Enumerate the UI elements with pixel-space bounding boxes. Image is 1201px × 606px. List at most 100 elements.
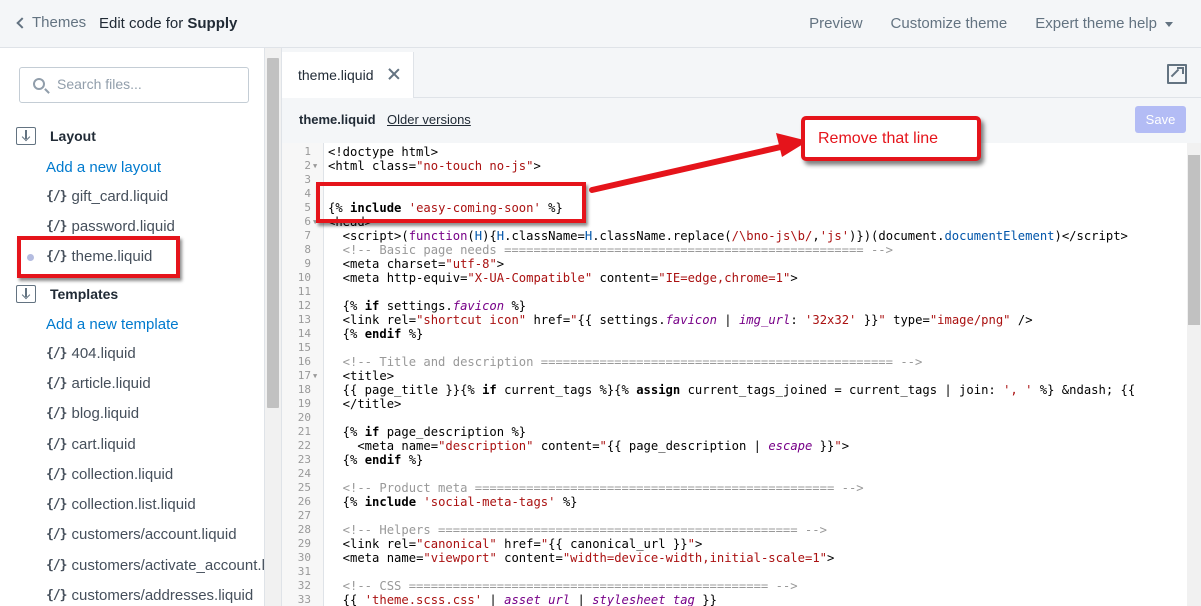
top-bar: Themes Edit code for Supply Preview Cust…	[0, 0, 1201, 48]
line-number: 33	[297, 593, 311, 606]
line-number: 25	[297, 481, 311, 494]
file-label: password.liquid	[71, 218, 175, 235]
file-gift-card[interactable]: {/} gift_card.liquid	[46, 188, 168, 205]
line-number: 32	[297, 579, 311, 592]
code-file-icon: {/}	[46, 189, 68, 204]
add-layout-link[interactable]: Add a new layout	[46, 159, 161, 176]
add-template-link[interactable]: Add a new template	[46, 316, 179, 333]
folder-templates[interactable]: Templates	[16, 285, 118, 303]
search-files-input[interactable]	[57, 76, 237, 92]
line-number: 10	[297, 271, 311, 284]
line-number: 30	[297, 551, 311, 564]
line-number: 26	[297, 495, 311, 508]
code-file-icon: {/}	[46, 588, 68, 603]
page-title-prefix: Edit code for	[99, 15, 188, 32]
code-file-icon: {/}	[46, 558, 68, 573]
sidebar-highlight-box	[17, 236, 180, 278]
sidebar-scrollbar[interactable]	[265, 48, 282, 606]
line-number: 29	[297, 537, 311, 550]
line-number: 1	[304, 145, 311, 158]
line-number: 24	[297, 467, 311, 480]
line-number: 16	[297, 355, 311, 368]
line-number: 28	[297, 523, 311, 536]
code-editor-panel: theme.liquid theme.liquid Older versions…	[282, 48, 1201, 606]
file-customers-activate-account[interactable]: {/} customers/activate_account.li	[46, 557, 264, 574]
line-number: 21	[297, 425, 311, 438]
line-number: 4	[304, 187, 311, 200]
back-label: Themes	[32, 14, 87, 31]
customize-theme-link[interactable]: Customize theme	[891, 15, 1008, 32]
fold-arrow-icon[interactable]: ▼	[313, 159, 317, 173]
line-number: 7	[304, 229, 311, 242]
folder-download-icon	[16, 127, 36, 145]
folder-layout[interactable]: Layout	[16, 127, 96, 145]
file-label: collection.list.liquid	[71, 496, 196, 513]
save-button[interactable]: Save	[1135, 106, 1186, 133]
file-sidebar: Layout Add a new layout {/}gift_card.liq…	[0, 48, 265, 606]
tab-label: theme.liquid	[298, 67, 374, 83]
sidebar-scrollbar-thumb[interactable]	[267, 58, 279, 408]
preview-link[interactable]: Preview	[809, 15, 862, 32]
older-versions-link[interactable]: Older versions	[387, 112, 471, 127]
chevron-left-icon	[16, 16, 28, 29]
line-number: 31	[297, 565, 311, 578]
code-file-icon: {/}	[46, 346, 68, 361]
file-cart[interactable]: {/} cart.liquid	[46, 436, 136, 453]
file-label: customers/addresses.liquid	[71, 587, 254, 604]
expand-icon[interactable]	[1167, 64, 1187, 84]
code-file-icon: {/}	[46, 219, 68, 234]
file-customers-account[interactable]: {/} customers/account.liquid	[46, 526, 237, 543]
file-label: collection.liquid	[71, 466, 174, 483]
line-number: 27	[297, 509, 311, 522]
file-collection[interactable]: {/} collection.liquid	[46, 466, 173, 483]
annotation-callout: Remove that line	[801, 116, 981, 161]
back-to-themes-link[interactable]: Themes	[15, 14, 86, 31]
file-label: cart.liquid	[71, 436, 136, 453]
fold-arrow-icon[interactable]: ▼	[313, 369, 317, 383]
file-label: blog.liquid	[71, 405, 140, 422]
line-number: 12	[297, 299, 311, 312]
theme-name: Supply	[187, 15, 238, 32]
line-number: 2	[304, 159, 311, 172]
code-file-icon: {/}	[46, 376, 68, 391]
line-number: 9	[304, 257, 311, 270]
code-scrollbar-thumb[interactable]	[1188, 155, 1200, 325]
page-title: Edit code for Supply	[99, 15, 237, 32]
line-number: 3	[304, 173, 311, 186]
line-number: 20	[297, 411, 311, 424]
close-icon[interactable]	[388, 68, 400, 80]
line-number: 18	[297, 383, 311, 396]
code-scrollbar[interactable]	[1187, 143, 1201, 606]
file-blog[interactable]: {/} blog.liquid	[46, 405, 139, 422]
code-file-icon: {/}	[46, 497, 68, 512]
callout-text: Remove that line	[818, 130, 939, 147]
file-customers-addresses[interactable]: {/} customers/addresses.liquid	[46, 587, 253, 604]
line-number: 13	[297, 313, 311, 326]
search-icon	[33, 78, 45, 90]
caret-down-icon	[1165, 21, 1173, 27]
line-number: 23	[297, 453, 311, 466]
line-number: 17	[297, 369, 311, 382]
folder-download-icon	[16, 285, 36, 303]
line-number: 14	[297, 327, 311, 340]
file-label: customers/account.liquid	[71, 526, 237, 543]
code-line-highlight-box	[316, 182, 586, 223]
line-number: 22	[297, 439, 311, 452]
top-actions: Preview Customize theme Expert theme hel…	[809, 15, 1173, 32]
file-collection-list[interactable]: {/} collection.list.liquid	[46, 496, 196, 513]
folder-templates-label: Templates	[50, 286, 119, 302]
editor-tab-bar: theme.liquid	[282, 48, 1201, 98]
line-number: 19	[297, 397, 311, 410]
file-article[interactable]: {/} article.liquid	[46, 375, 151, 392]
expert-theme-help-dropdown[interactable]: Expert theme help	[1035, 15, 1173, 32]
file-label: 404.liquid	[71, 345, 136, 362]
line-number: 5	[304, 201, 311, 214]
search-files-box	[19, 67, 249, 103]
file-header-bar: theme.liquid Older versions Save	[282, 98, 1201, 143]
tab-theme-liquid[interactable]: theme.liquid	[282, 52, 414, 98]
line-number: 15	[297, 341, 311, 354]
file-404[interactable]: {/} 404.liquid	[46, 345, 136, 362]
file-password[interactable]: {/} password.liquid	[46, 218, 175, 235]
code-file-icon: {/}	[46, 527, 68, 542]
expert-help-label: Expert theme help	[1035, 15, 1157, 32]
